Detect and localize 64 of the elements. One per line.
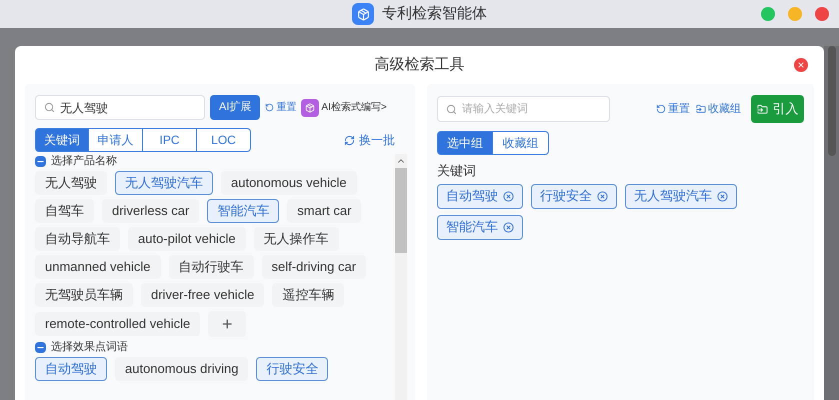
keyword-tag[interactable]: 无人操作车: [254, 227, 339, 251]
folder-icon: [696, 104, 706, 114]
tab[interactable]: 申请人: [89, 128, 143, 152]
remove-icon[interactable]: [503, 222, 514, 232]
keyword-tag[interactable]: autonomous vehicle: [221, 171, 357, 195]
search-icon: [446, 104, 457, 114]
dialog-title: 高级检索工具: [374, 54, 464, 75]
keyword-tag[interactable]: 自驾车: [35, 199, 94, 223]
search-input[interactable]: 无人驾驶: [60, 98, 190, 116]
refresh-link[interactable]: 换一批: [344, 131, 395, 149]
add-button[interactable]: +: [208, 311, 246, 337]
search-field[interactable]: 请输入关键词: [437, 96, 610, 122]
close-button[interactable]: [815, 7, 829, 21]
tab[interactable]: 选中组: [437, 131, 493, 155]
keyword-tag[interactable]: 遥控车辆: [272, 283, 344, 307]
keyword-tag[interactable]: auto-pilot vehicle: [128, 227, 246, 251]
keyword-tag[interactable]: 自动行驶车: [168, 255, 254, 279]
reset-icon: [656, 104, 666, 114]
remove-icon[interactable]: [597, 190, 608, 202]
keyword-tag[interactable]: 自动驾驶: [35, 357, 107, 381]
folder-icon: [756, 104, 768, 114]
keyword-tag[interactable]: 无人驾驶: [35, 171, 107, 195]
section-label: 关键词: [437, 162, 477, 180]
favorites-link[interactable]: 收藏组: [696, 100, 741, 118]
search-input[interactable]: 请输入关键词: [462, 100, 592, 118]
keyword-tag[interactable]: self-driving car: [262, 255, 366, 279]
group-label: 选择效果点词语: [51, 340, 128, 355]
refresh-icon: [344, 134, 355, 146]
ai-expand-button[interactable]: AI扩展: [210, 95, 260, 120]
app-logo-icon: [352, 3, 374, 25]
remove-icon[interactable]: [503, 190, 514, 202]
tab[interactable]: IPC: [143, 128, 197, 152]
search-icon: [44, 102, 55, 113]
reset-link[interactable]: 重置: [656, 100, 690, 118]
remove-icon[interactable]: [717, 190, 728, 202]
keyword-tag[interactable]: 智能汽车: [207, 199, 280, 223]
keyword-tag[interactable]: 行驶安全: [256, 357, 328, 381]
keyword-tag[interactable]: 自动导航车: [35, 227, 120, 251]
tab[interactable]: 收藏组: [493, 131, 549, 155]
reset-link[interactable]: 重置: [265, 100, 296, 115]
keyword-chip[interactable]: 行驶安全: [531, 184, 617, 208]
checkbox[interactable]: [35, 156, 46, 166]
keyword-tag[interactable]: autonomous driving: [115, 357, 248, 381]
close-icon[interactable]: [794, 58, 808, 72]
search-field[interactable]: 无人驾驶: [35, 95, 205, 120]
window-title: 专利检索智能体: [382, 4, 487, 24]
keyword-tag[interactable]: 无驾驶员车辆: [35, 283, 133, 307]
keyword-tag[interactable]: remote-controlled vehicle: [35, 312, 200, 336]
ai-query-link[interactable]: AI检索式编写>: [321, 100, 387, 115]
import-button[interactable]: 引入: [751, 95, 804, 123]
keyword-tag[interactable]: 无人驾驶汽车: [115, 171, 213, 195]
tab[interactable]: LOC: [197, 128, 251, 152]
reset-icon: [265, 103, 274, 112]
tab[interactable]: 关键词: [35, 128, 89, 152]
group-label: 选择产品名称: [51, 154, 117, 169]
keyword-chip[interactable]: 智能汽车: [437, 214, 523, 240]
keyword-tag[interactable]: driver-free vehicle: [141, 283, 264, 307]
keyword-chip[interactable]: 无人驾驶汽车: [625, 184, 737, 208]
keyword-tag[interactable]: driverless car: [102, 199, 200, 223]
scrollbar[interactable]: [395, 154, 407, 400]
keyword-tag[interactable]: unmanned vehicle: [35, 255, 161, 279]
keyword-chip[interactable]: 自动驾驶: [437, 184, 523, 208]
keyword-tag[interactable]: smart car: [287, 199, 362, 223]
checkbox[interactable]: [35, 342, 46, 352]
